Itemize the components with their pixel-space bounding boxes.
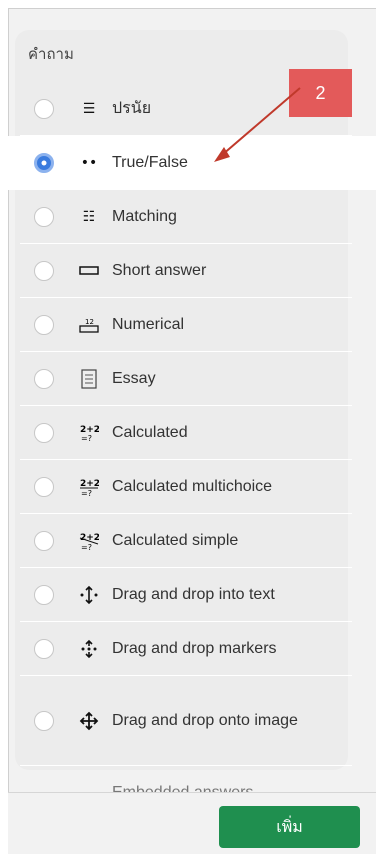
option-label: Matching xyxy=(112,207,177,225)
option-label: True/False xyxy=(112,154,188,171)
svg-text:=?: =? xyxy=(81,543,92,551)
radio-button[interactable] xyxy=(34,422,54,443)
short-answer-box-icon xyxy=(78,260,100,282)
option-label: Calculated xyxy=(112,423,188,441)
option-drag-drop-onto-image[interactable]: Drag and drop onto image xyxy=(20,676,352,766)
numerical-icon: 12 xyxy=(78,314,100,336)
option-label: ปรนัย xyxy=(112,100,152,117)
radio-button[interactable] xyxy=(34,584,54,605)
option-drag-drop-markers[interactable]: Drag and drop markers xyxy=(20,622,352,676)
option-calculated[interactable]: 2+2 =? Calculated xyxy=(20,406,352,460)
option-label: Numerical xyxy=(112,315,185,333)
section-label-questions: คำถาม xyxy=(28,46,74,63)
option-calculated-multichoice[interactable]: 2+2 =? Calculated multichoice xyxy=(20,460,352,514)
matching-list-icon: ☷ xyxy=(82,208,96,225)
list-icon: ☰ xyxy=(82,100,96,117)
option-true-false[interactable]: •• True/False xyxy=(8,136,376,190)
option-label: Short answer xyxy=(112,261,207,279)
svg-text:=?: =? xyxy=(81,434,92,443)
drag-onto-image-icon xyxy=(78,710,100,732)
option-calculated-simple[interactable]: 2+2 =? Calculated simple xyxy=(20,514,352,568)
radio-button[interactable] xyxy=(34,206,54,227)
option-label: Essay xyxy=(112,369,156,387)
radio-button[interactable] xyxy=(34,98,54,119)
radio-button[interactable] xyxy=(34,530,54,551)
option-label: Drag and drop markers xyxy=(112,639,277,657)
option-matching[interactable]: ☷ Matching xyxy=(20,190,352,244)
svg-text:12: 12 xyxy=(85,318,94,326)
option-short-answer[interactable]: Short answer xyxy=(20,244,352,298)
radio-button[interactable] xyxy=(34,638,54,659)
essay-document-icon xyxy=(78,368,100,390)
radio-button-selected[interactable] xyxy=(34,153,54,173)
option-numerical[interactable]: 12 Numerical xyxy=(20,298,352,352)
option-label: Drag and drop onto image xyxy=(112,711,298,729)
radio-button[interactable] xyxy=(34,710,54,731)
callout-step-badge: 2 xyxy=(289,69,352,117)
add-button[interactable]: เพิ่ม xyxy=(219,806,360,848)
option-label: Calculated multichoice xyxy=(112,477,273,495)
option-drag-drop-into-text[interactable]: Drag and drop into text xyxy=(20,568,352,622)
radio-button[interactable] xyxy=(34,260,54,281)
drag-markers-icon xyxy=(78,638,100,660)
calculated-icon: 2+2 =? xyxy=(78,422,100,444)
calculated-simple-icon: 2+2 =? xyxy=(78,530,100,552)
radio-button[interactable] xyxy=(34,476,54,497)
calculated-multichoice-icon: 2+2 =? xyxy=(78,476,100,498)
two-dots-icon: •• xyxy=(80,155,98,171)
radio-button[interactable] xyxy=(34,314,54,335)
option-label: Calculated simple xyxy=(112,531,239,549)
drag-into-text-icon xyxy=(78,584,100,606)
radio-button[interactable] xyxy=(34,368,54,389)
option-essay[interactable]: Essay xyxy=(20,352,352,406)
svg-text:=?: =? xyxy=(81,489,92,497)
option-label: Drag and drop into text xyxy=(112,585,275,603)
